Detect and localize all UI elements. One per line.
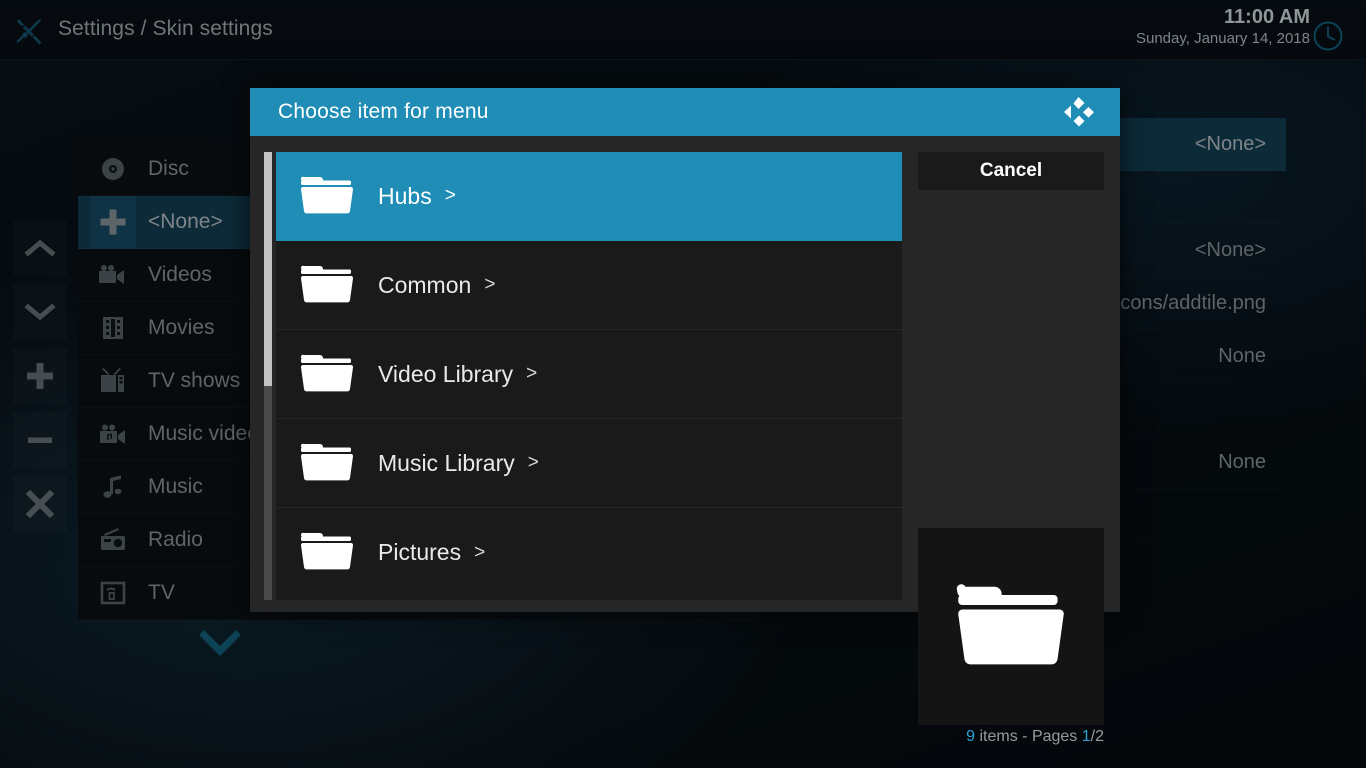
- sidebar-item-label: TV shows: [148, 369, 241, 392]
- list-item-label: Pictures: [378, 539, 462, 565]
- plus-icon: [27, 363, 53, 389]
- list-item[interactable]: Music Library >: [276, 419, 902, 508]
- sidebar-item-label: Radio: [148, 528, 203, 551]
- clock-icon: [1308, 16, 1348, 56]
- chevron-right-icon: >: [474, 541, 486, 563]
- sidebar-item-label: Movies: [148, 316, 215, 339]
- dialog-title: Choose item for menu: [278, 100, 489, 123]
- list-item-label: Music Library: [378, 449, 515, 476]
- list-item[interactable]: Hubs >: [276, 152, 902, 241]
- sidebar-item-label: Disc: [148, 157, 189, 180]
- folder-icon: [298, 527, 356, 578]
- minus-icon: [28, 437, 52, 443]
- preview-thumbnail: [918, 528, 1104, 725]
- list-item[interactable]: Common >: [276, 241, 902, 330]
- scroll-up-button[interactable]: [13, 220, 67, 276]
- tv-box-icon: [90, 580, 136, 606]
- chevron-up-icon: [24, 239, 56, 257]
- choose-item-dialog: Choose item for menu Hubs > Common > Vid…: [250, 88, 1120, 745]
- current-page: 1: [1081, 728, 1091, 745]
- kodi-logo-icon: [1062, 96, 1096, 128]
- brush-icon: [12, 13, 48, 49]
- chevron-right-icon: >: [526, 363, 538, 384]
- sidebar-item-label: <None>: [148, 210, 223, 233]
- folder-icon: [298, 349, 356, 400]
- sidebar-item-label: TV: [148, 581, 175, 604]
- music-video-icon: [90, 423, 136, 445]
- list-item-label: Video Library: [378, 360, 514, 387]
- scroll-down-button[interactable]: [13, 284, 67, 340]
- folder-icon: [298, 260, 356, 311]
- list-scroll-down-indicator[interactable]: [199, 630, 241, 658]
- chevron-right-icon: >: [527, 452, 539, 473]
- chevron-down-icon: [24, 303, 56, 321]
- folder-icon: [951, 574, 1071, 679]
- chevron-down-icon: [199, 630, 241, 656]
- delete-button[interactable]: [13, 476, 67, 532]
- page-title: Settings / Skin settings: [58, 17, 273, 40]
- clock-time: 11:00 AM: [1224, 6, 1310, 28]
- top-bar: Settings / Skin settings 11:00 AM Sunday…: [0, 0, 1366, 60]
- film-strip-icon: [90, 315, 136, 341]
- list-item[interactable]: Pictures >: [276, 508, 902, 597]
- cancel-button[interactable]: Cancel: [918, 152, 1104, 190]
- sidebar-item-label: Videos: [148, 263, 212, 286]
- radio-icon: [90, 527, 136, 553]
- folder-icon: [298, 438, 356, 489]
- television-icon: [90, 368, 136, 394]
- page-separator: /2: [1090, 728, 1104, 745]
- list-item[interactable]: Video Library >: [276, 330, 902, 419]
- plus-icon: [90, 195, 136, 249]
- remove-button[interactable]: [13, 412, 67, 468]
- side-button-column: [13, 220, 67, 540]
- scrollbar-thumb[interactable]: [264, 152, 272, 386]
- sidebar-item-label: Music: [148, 475, 203, 498]
- kodi-screen: Settings / Skin settings 11:00 AM Sunday…: [0, 0, 1366, 768]
- video-camera-icon: [90, 264, 136, 286]
- clock-date: Sunday, January 14, 2018: [1135, 30, 1310, 47]
- dialog-item-list: Hubs > Common > Video Library > Music Li…: [276, 152, 902, 600]
- add-button[interactable]: [13, 348, 67, 404]
- clock: 11:00 AM Sunday, January 14, 2018: [1135, 6, 1356, 51]
- folder-icon: [298, 171, 356, 222]
- disc-icon: [90, 156, 136, 182]
- list-item-label: Common: [378, 271, 472, 298]
- music-note-icon: [90, 474, 136, 500]
- close-icon: [25, 489, 55, 519]
- chevron-right-icon: >: [444, 185, 456, 206]
- list-item-label: Hubs: [378, 182, 432, 209]
- dialog-header: Choose item for menu: [250, 88, 1120, 136]
- dialog-right-column: Cancel 9 items - Pages 1/2: [918, 152, 1104, 745]
- item-count: 9: [966, 728, 976, 745]
- chevron-right-icon: >: [484, 274, 496, 295]
- dialog-body: Hubs > Common > Video Library > Music Li…: [250, 136, 1120, 745]
- items-word: items - Pages: [975, 728, 1082, 745]
- pagination-status: 9 items - Pages 1/2: [918, 728, 1104, 746]
- dialog-scrollbar[interactable]: [264, 152, 272, 600]
